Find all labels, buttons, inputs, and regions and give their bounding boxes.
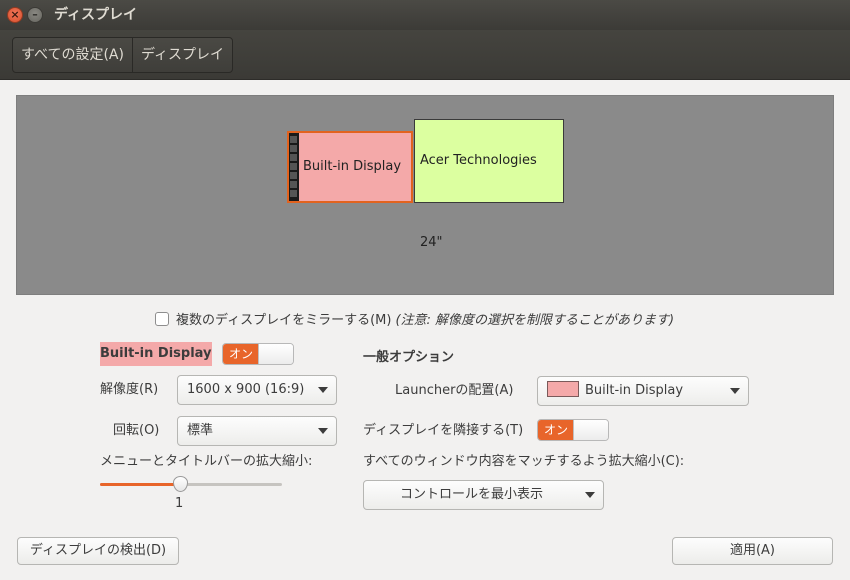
sticky-edges-toggle-label: オン [538, 420, 574, 440]
acer-monitor-label: Acer Technologies 24" [420, 153, 537, 250]
breadcrumb-all-settings[interactable]: すべての設定(A) [13, 38, 132, 72]
display-color-swatch [547, 381, 579, 397]
rotation-select[interactable]: 標準 [177, 416, 337, 446]
chevron-down-icon [318, 428, 328, 434]
mirror-label: 複数のディスプレイをミラーする(M) [176, 313, 392, 328]
mirror-displays-option[interactable]: 複数のディスプレイをミラーする(M) (注意: 解像度の選択を制限することがあり… [155, 309, 674, 328]
scale-label: メニューとタイトルバーの拡大縮小: [100, 454, 313, 469]
window-title: ディスプレイ [54, 7, 138, 23]
toolbar: すべての設定(A) ディスプレイ [0, 30, 850, 80]
resolution-select[interactable]: 1600 x 900 (16:9) [177, 375, 337, 405]
chevron-down-icon [585, 492, 595, 498]
display-power-toggle[interactable]: オン [222, 343, 294, 365]
breadcrumb-display[interactable]: ディスプレイ [131, 38, 232, 72]
title-bar: × – ディスプレイ [0, 0, 850, 30]
general-options-title: 一般オプション [363, 350, 455, 365]
builtin-display-monitor[interactable]: Built-in Display [287, 131, 413, 203]
minimize-icon: – [32, 8, 38, 21]
breadcrumb: すべての設定(A) ディスプレイ [12, 37, 233, 73]
apply-button[interactable]: 適用(A) [672, 537, 833, 565]
launcher-placement-value: Built-in Display [585, 383, 684, 398]
launcher-strip [289, 133, 299, 201]
scale-slider-handle[interactable] [173, 476, 188, 492]
resolution-label: 解像度(R) [100, 382, 159, 397]
acer-monitor[interactable]: Acer Technologies 24" [414, 119, 564, 250]
builtin-display-monitor-label: Built-in Display [303, 159, 402, 174]
scale-value: 1 [175, 496, 184, 511]
scale-windows-value: コントロールを最小表示 [400, 487, 544, 502]
scale-windows-label: すべてのウィンドウ内容をマッチするよう拡大縮小(C): [363, 454, 685, 469]
mirror-note: (注意: 解像度の選択を制限することがあります) [395, 313, 675, 328]
mirror-checkbox[interactable] [155, 311, 169, 326]
chevron-down-icon [730, 388, 740, 394]
sticky-edges-toggle[interactable]: オン [537, 419, 609, 441]
scale-windows-select[interactable]: コントロールを最小表示 [363, 480, 604, 510]
scale-slider[interactable] [100, 483, 282, 486]
launcher-placement-select[interactable]: Built-in Display [537, 376, 749, 406]
selected-display-name: Built-in Display [100, 342, 212, 366]
detect-displays-button[interactable]: ディスプレイの検出(D) [17, 537, 179, 565]
close-icon: × [10, 8, 20, 21]
sticky-edges-label: ディスプレイを隣接する(T) [363, 423, 524, 438]
toggle-knob [573, 420, 608, 440]
monitor-arrangement-area[interactable]: Built-in Display Acer Technologies 24" [16, 95, 834, 295]
resolution-value: 1600 x 900 (16:9) [187, 382, 305, 397]
toggle-knob [258, 344, 293, 364]
rotation-label: 回転(O) [113, 423, 160, 438]
launcher-placement-label: Launcherの配置(A) [395, 383, 514, 398]
minimize-button[interactable]: – [27, 7, 43, 23]
display-power-toggle-label: オン [223, 344, 259, 364]
close-button[interactable]: × [7, 7, 23, 23]
rotation-value: 標準 [187, 423, 214, 438]
scale-slider-fill [100, 483, 181, 486]
display-settings-window: × – ディスプレイ すべての設定(A) ディスプレイ Built-in Dis… [0, 0, 850, 580]
chevron-down-icon [318, 387, 328, 393]
